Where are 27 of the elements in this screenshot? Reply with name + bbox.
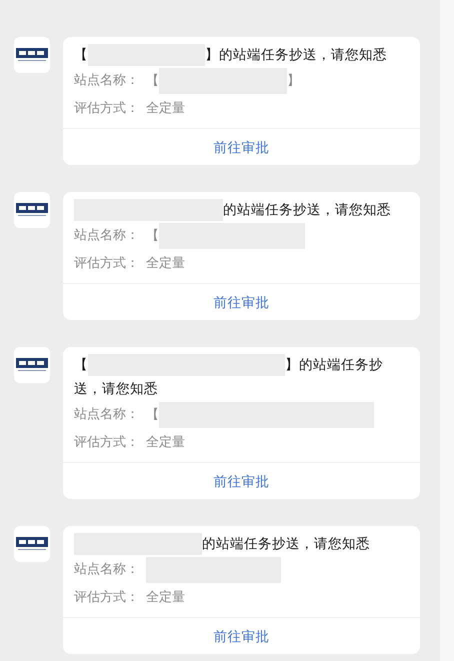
approve-link[interactable]: 前往审批 bbox=[214, 139, 270, 157]
field-value: 全定量 bbox=[146, 256, 185, 271]
field-label: 站点名称： bbox=[74, 561, 140, 579]
field-value: 【 bbox=[146, 74, 159, 89]
message-title: 的站端任务抄送，请您知悉 bbox=[223, 202, 391, 218]
field-label: 评估方式： bbox=[74, 255, 140, 273]
field-label: 站点名称： bbox=[74, 72, 140, 90]
message-title: 的站端任务抄送，请您知悉 bbox=[202, 536, 370, 552]
field-label: 评估方式： bbox=[74, 100, 140, 118]
field-label: 评估方式： bbox=[74, 434, 140, 452]
message-title: 【 bbox=[74, 47, 88, 63]
approve-link[interactable]: 前往审批 bbox=[214, 294, 270, 312]
message-title: 】的站端任务抄 bbox=[285, 357, 383, 373]
field-value: 】 bbox=[287, 74, 300, 89]
field-label: 评估方式： bbox=[74, 589, 140, 607]
field-label: 站点名称： bbox=[74, 406, 140, 424]
field-value: 全定量 bbox=[146, 590, 185, 605]
field-label: 站点名称： bbox=[74, 227, 140, 245]
field-value: 【 bbox=[146, 408, 159, 423]
message-title: 送，请您知悉 bbox=[74, 381, 158, 397]
approve-link[interactable]: 前往审批 bbox=[214, 473, 270, 491]
field-value: 【 bbox=[146, 228, 159, 244]
field-value: 全定量 bbox=[146, 101, 185, 116]
approve-link[interactable]: 前往审批 bbox=[214, 628, 270, 646]
message-title: 】的站端任务抄送，请您知悉 bbox=[205, 47, 387, 63]
message-title: 【 bbox=[74, 357, 88, 373]
field-value: 全定量 bbox=[146, 435, 185, 450]
